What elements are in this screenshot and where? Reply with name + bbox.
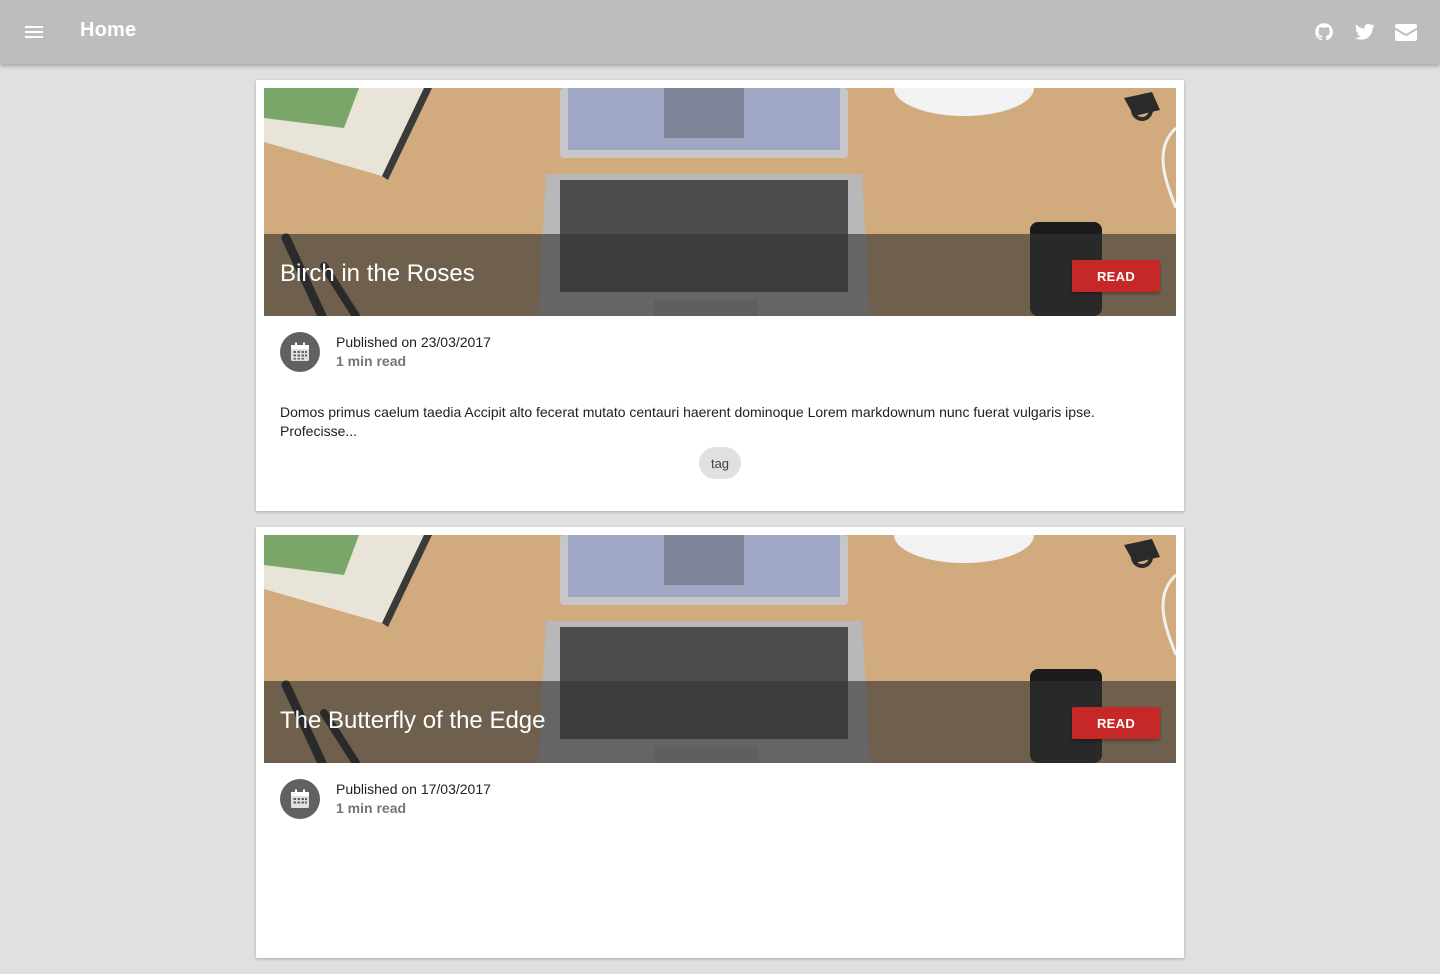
calendar-icon bbox=[280, 332, 320, 372]
menu-icon[interactable] bbox=[22, 20, 46, 44]
post-card: The Butterfly of the Edge READ Published… bbox=[256, 527, 1184, 958]
tag-chip[interactable]: tag bbox=[699, 447, 741, 479]
page-title: Home bbox=[80, 19, 137, 41]
post-excerpt: Domos primus caelum taedia Accipit alto … bbox=[280, 404, 1095, 439]
read-button[interactable]: READ bbox=[1072, 260, 1160, 292]
title-overlay: The Butterfly of the Edge READ bbox=[264, 681, 1176, 763]
read-time: 1 min read bbox=[336, 800, 407, 816]
post-cover-image: The Butterfly of the Edge READ bbox=[264, 535, 1176, 763]
title-overlay: Birch in the Roses READ bbox=[264, 234, 1176, 316]
read-time: 1 min read bbox=[336, 353, 407, 369]
twitter-icon[interactable] bbox=[1353, 20, 1377, 44]
github-icon[interactable] bbox=[1312, 20, 1336, 44]
top-app-bar: Home bbox=[0, 0, 1440, 64]
post-meta: Published on 23/03/2017 1 min read bbox=[280, 332, 680, 372]
post-feed: Birch in the Roses READ Published on 23/… bbox=[256, 80, 1184, 974]
published-date: Published on 23/03/2017 bbox=[336, 334, 491, 350]
post-cover-image: Birch in the Roses READ bbox=[264, 88, 1176, 316]
post-title: The Butterfly of the Edge bbox=[280, 707, 546, 734]
calendar-icon bbox=[280, 779, 320, 819]
mail-icon[interactable] bbox=[1394, 20, 1418, 44]
post-card: Birch in the Roses READ Published on 23/… bbox=[256, 80, 1184, 511]
post-meta: Published on 17/03/2017 1 min read bbox=[280, 779, 680, 819]
published-date: Published on 17/03/2017 bbox=[336, 781, 491, 797]
post-title: Birch in the Roses bbox=[280, 260, 475, 287]
read-button[interactable]: READ bbox=[1072, 707, 1160, 739]
